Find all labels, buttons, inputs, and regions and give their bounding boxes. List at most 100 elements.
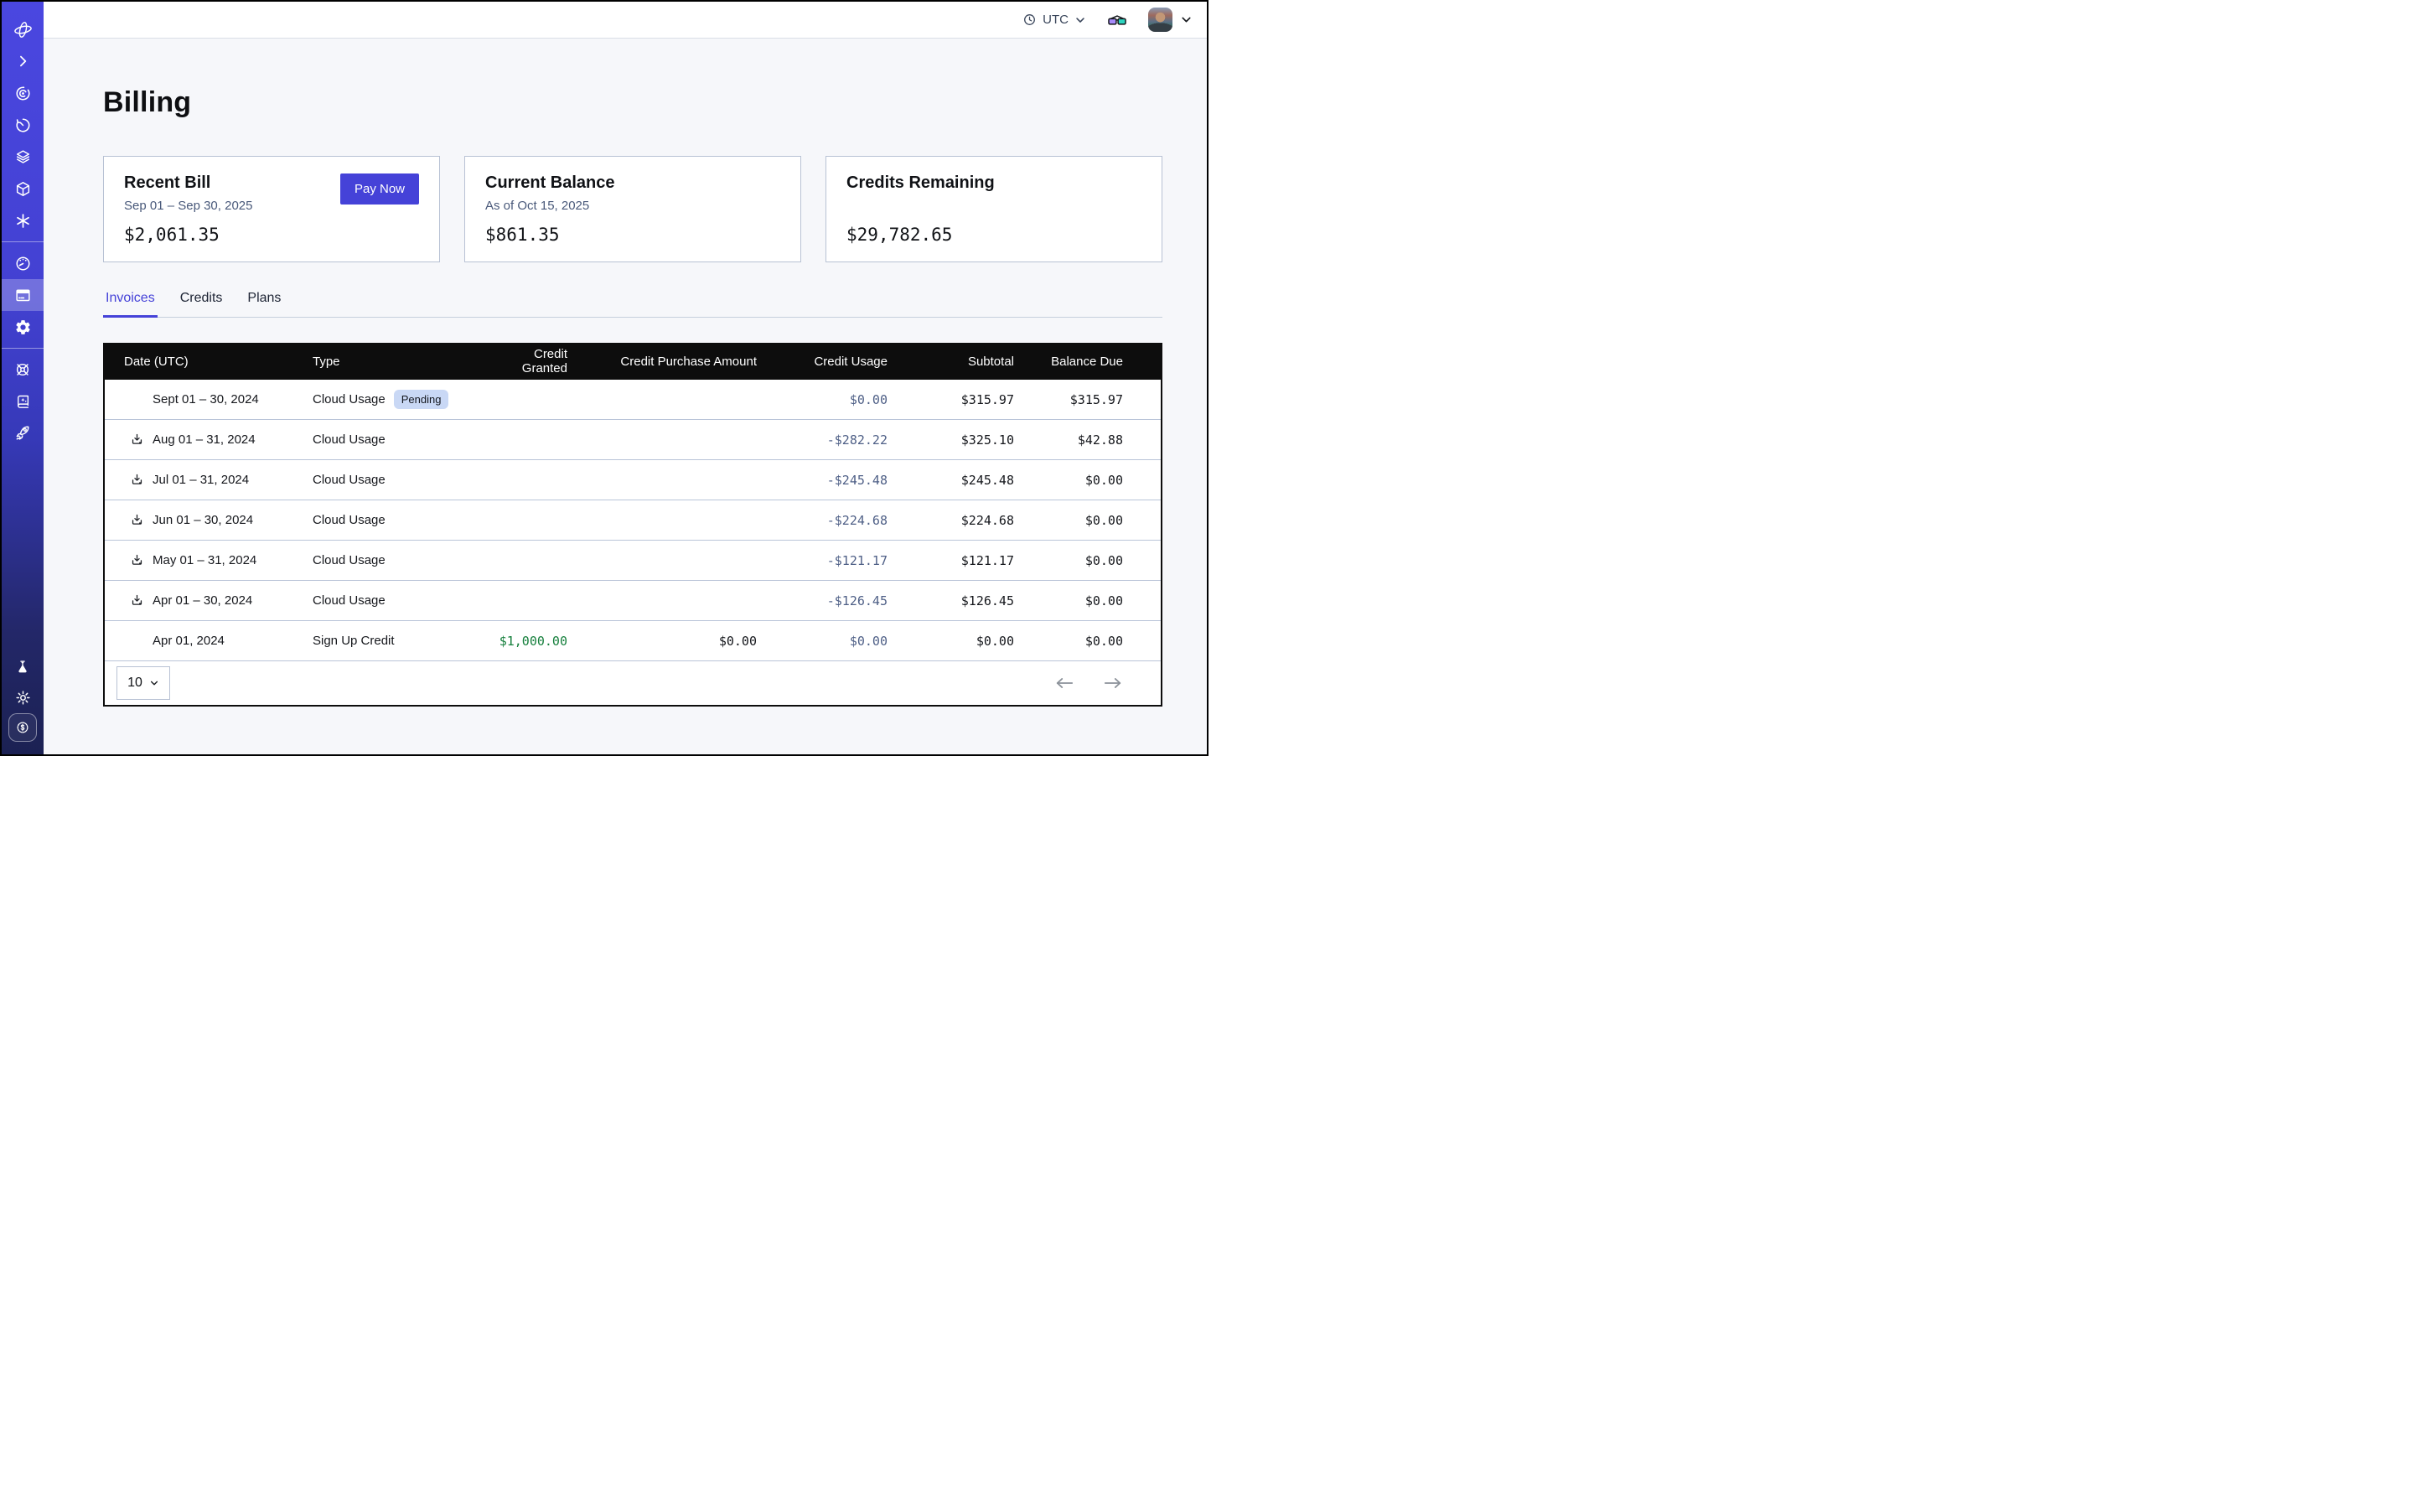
sidebar-item-docs[interactable]: [2, 386, 44, 417]
table-row: Aug 01 – 31, 2024 Cloud Usage -$282.22 $…: [105, 420, 1161, 460]
status-badge: Pending: [394, 390, 449, 409]
credit-usage: $0.00: [757, 634, 888, 649]
main-column: UTC Billing: [44, 2, 1207, 754]
user-avatar: [1148, 8, 1172, 32]
card-subtitle: [846, 199, 1141, 214]
card-amount: $2,061.35: [124, 225, 419, 245]
chevron-down-icon: [1074, 14, 1086, 26]
balance-due: $0.00: [1014, 553, 1161, 568]
col-balance-due: Balance Due: [1014, 355, 1161, 369]
invoice-type: Sign Up Credit: [313, 634, 395, 648]
sidebar-item-usage[interactable]: [2, 247, 44, 279]
orbit-logo-icon[interactable]: [2, 13, 44, 45]
table-row: Jun 01 – 30, 2024 Cloud Usage -$224.68 $…: [105, 500, 1161, 541]
table-row: May 01 – 31, 2024 Cloud Usage -$121.17 $…: [105, 541, 1161, 581]
invoice-type: Cloud Usage: [313, 392, 386, 406]
clock-icon: [1022, 13, 1037, 27]
3d-glasses-icon[interactable]: [1106, 12, 1128, 28]
balance-due: $0.00: [1014, 513, 1161, 528]
download-invoice-icon[interactable]: [130, 473, 144, 487]
download-invoice-icon[interactable]: [130, 553, 144, 567]
dollar-seal-icon: [8, 713, 37, 742]
col-date: Date (UTC): [105, 355, 313, 369]
subtotal: $315.97: [888, 392, 1014, 407]
sidebar: [2, 2, 44, 754]
invoice-date: Apr 01, 2024: [153, 634, 225, 648]
sidebar-item-getting-started[interactable]: [2, 417, 44, 449]
book-sparkle-icon: [14, 393, 32, 411]
sidebar-item-billing[interactable]: [2, 279, 44, 311]
table-row: Jul 01 – 31, 2024 Cloud Usage -$245.48 $…: [105, 460, 1161, 500]
sidebar-item-labs[interactable]: [2, 652, 44, 682]
download-invoice-icon[interactable]: [130, 593, 144, 608]
sidebar-item-credits[interactable]: [2, 712, 44, 743]
history-timer-icon[interactable]: [2, 109, 44, 141]
gauge-icon: [14, 255, 32, 272]
gear-icon: [14, 318, 32, 336]
asterisk-icon[interactable]: [2, 205, 44, 236]
pagination: [1054, 676, 1123, 690]
helm-icon: [13, 360, 32, 379]
credits-remaining-card: Credits Remaining $29,782.65: [826, 156, 1162, 262]
credit-usage: -$121.17: [757, 553, 888, 568]
sidebar-divider: [2, 241, 44, 242]
table-footer: 10: [105, 661, 1161, 705]
recent-bill-card: Recent Bill Sep 01 – Sep 30, 2025 $2,061…: [103, 156, 440, 262]
account-menu[interactable]: [1148, 8, 1193, 32]
card-subtitle: As of Oct 15, 2025: [485, 199, 780, 214]
card-title: Credits Remaining: [846, 173, 1141, 193]
balance-due: $315.97: [1014, 392, 1161, 407]
billing-card-icon: [14, 287, 32, 304]
timezone-selector[interactable]: UTC: [1022, 13, 1086, 27]
download-invoice-icon[interactable]: [130, 513, 144, 527]
balance-due: $42.88: [1014, 432, 1161, 448]
download-invoice-icon[interactable]: [130, 432, 144, 447]
sidebar-item-settings[interactable]: [2, 311, 44, 343]
sidebar-divider: [2, 348, 44, 349]
sun-icon: [14, 689, 32, 707]
subtotal: $126.45: [888, 593, 1014, 608]
invoice-type: Cloud Usage: [313, 553, 386, 567]
invoices-table: Date (UTC) Type Credit Granted Credit Pu…: [103, 343, 1162, 707]
invoice-date: Jun 01 – 30, 2024: [153, 513, 253, 527]
tab-plans[interactable]: Plans: [245, 291, 283, 318]
credit-purchase: $0.00: [567, 634, 757, 649]
col-credit-purchase: Credit Purchase Amount: [567, 355, 757, 369]
topbar: UTC: [44, 2, 1207, 39]
card-amount: $861.35: [485, 225, 780, 245]
table-row: Apr 01, 2024 Sign Up Credit $1,000.00 $0…: [105, 621, 1161, 661]
card-amount: $29,782.65: [846, 225, 1141, 245]
sidebar-item-theme[interactable]: [2, 682, 44, 712]
pay-now-button[interactable]: Pay Now: [340, 173, 419, 205]
sidebar-item-support[interactable]: [2, 354, 44, 386]
invoice-type: Cloud Usage: [313, 593, 386, 608]
sidebar-bottom-group: [2, 652, 44, 743]
layers-icon[interactable]: [2, 141, 44, 173]
credit-usage: $0.00: [757, 392, 888, 407]
current-balance-card: Current Balance As of Oct 15, 2025 $861.…: [464, 156, 801, 262]
credit-usage: -$224.68: [757, 513, 888, 528]
credit-granted: $1,000.00: [489, 634, 567, 649]
cube-icon[interactable]: [2, 173, 44, 205]
iris-icon[interactable]: [2, 77, 44, 109]
balance-due: $0.00: [1014, 593, 1161, 608]
invoice-date: Aug 01 – 31, 2024: [153, 432, 256, 447]
subtotal: $224.68: [888, 513, 1014, 528]
rocket-icon: [13, 424, 32, 443]
chevron-right-icon[interactable]: [2, 45, 44, 77]
invoice-type: Cloud Usage: [313, 473, 386, 487]
page-size-select[interactable]: 10: [116, 666, 170, 700]
tab-credits[interactable]: Credits: [178, 291, 225, 318]
table-row: Apr 01 – 30, 2024 Cloud Usage -$126.45 $…: [105, 581, 1161, 621]
invoice-type: Cloud Usage: [313, 513, 386, 527]
invoice-date: Jul 01 – 31, 2024: [153, 473, 249, 487]
prev-page-icon[interactable]: [1054, 676, 1074, 690]
page-title: Billing: [103, 85, 1162, 119]
tab-invoices[interactable]: Invoices: [103, 291, 158, 318]
next-page-icon[interactable]: [1103, 676, 1123, 690]
page-size-value: 10: [127, 676, 142, 691]
invoice-type: Cloud Usage: [313, 432, 386, 447]
col-credit-usage: Credit Usage: [757, 355, 888, 369]
billing-tabs: Invoices Credits Plans: [103, 291, 1162, 318]
card-title: Current Balance: [485, 173, 780, 193]
